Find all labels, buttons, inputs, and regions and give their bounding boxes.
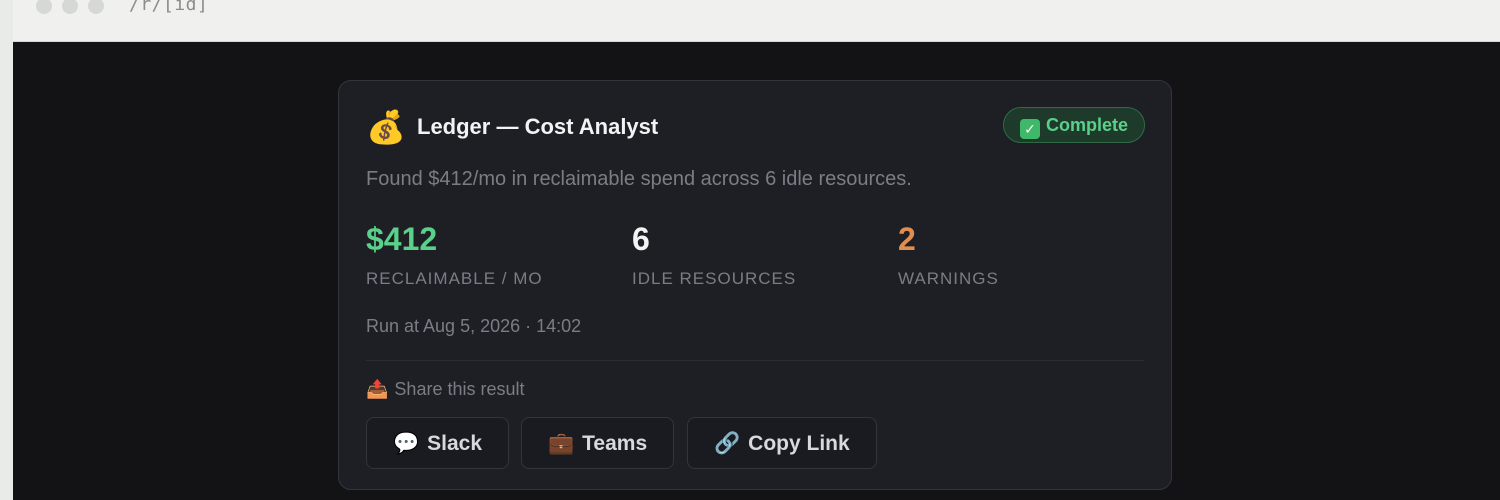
stat-value: 2 [898,221,916,257]
share-heading: 📤 Share this result [366,379,524,400]
share-teams-button[interactable]: 💼 Teams [521,417,675,469]
result-summary: Found $412/mo in reclaimable spend acros… [366,168,912,190]
divider [366,360,1144,361]
stat-value: $412 [366,221,438,257]
button-label: Copy Link [748,432,850,455]
url-path[interactable]: /r/[id] [129,0,208,15]
status-label: Complete [1045,115,1128,135]
share-heading-text: Share this result [394,379,525,399]
share-slack-button[interactable]: 💬 Slack [366,417,510,469]
card-title: Ledger — Cost Analyst [417,114,659,139]
result-card: 💰 Ledger — Cost Analyst ✓ Complete Found … [338,80,1172,490]
stat-label: IDLE RESOURCES [632,269,797,288]
stat-idle-resources: 6 IDLE RESOURCES [632,219,796,289]
check-box-icon: ✓ [1019,119,1040,139]
stat-warnings: 2 WARNINGS [898,219,999,289]
outbox-tray-icon: 📤 [366,379,389,400]
window-close-dot[interactable] [36,0,52,14]
stat-label: RECLAIMABLE / MO [366,269,543,288]
window-minimize-dot[interactable] [62,0,78,14]
browser-toolbar: /r/[id] [13,0,1500,42]
button-label: Slack [427,432,483,455]
speech-bubble-icon: 💬 [393,431,420,455]
stat-label: WARNINGS [898,269,999,288]
app-frame: /r/[id] 💰 Ledger — Cost Analyst ✓ Complet… [13,0,1500,500]
money-bag-icon: 💰 [366,108,406,146]
run-timestamp: Run at Aug 5, 2026 · 14:02 [366,316,582,336]
link-icon: 🔗 [714,431,741,455]
status-badge: ✓ Complete [1002,107,1145,143]
button-label: Teams [582,432,648,455]
window-maximize-dot[interactable] [88,0,104,14]
briefcase-icon: 💼 [548,431,575,455]
copy-link-button[interactable]: 🔗 Copy Link [687,417,877,469]
stat-value: 6 [632,221,650,257]
stat-reclaimable: $412 RECLAIMABLE / MO [366,219,543,289]
